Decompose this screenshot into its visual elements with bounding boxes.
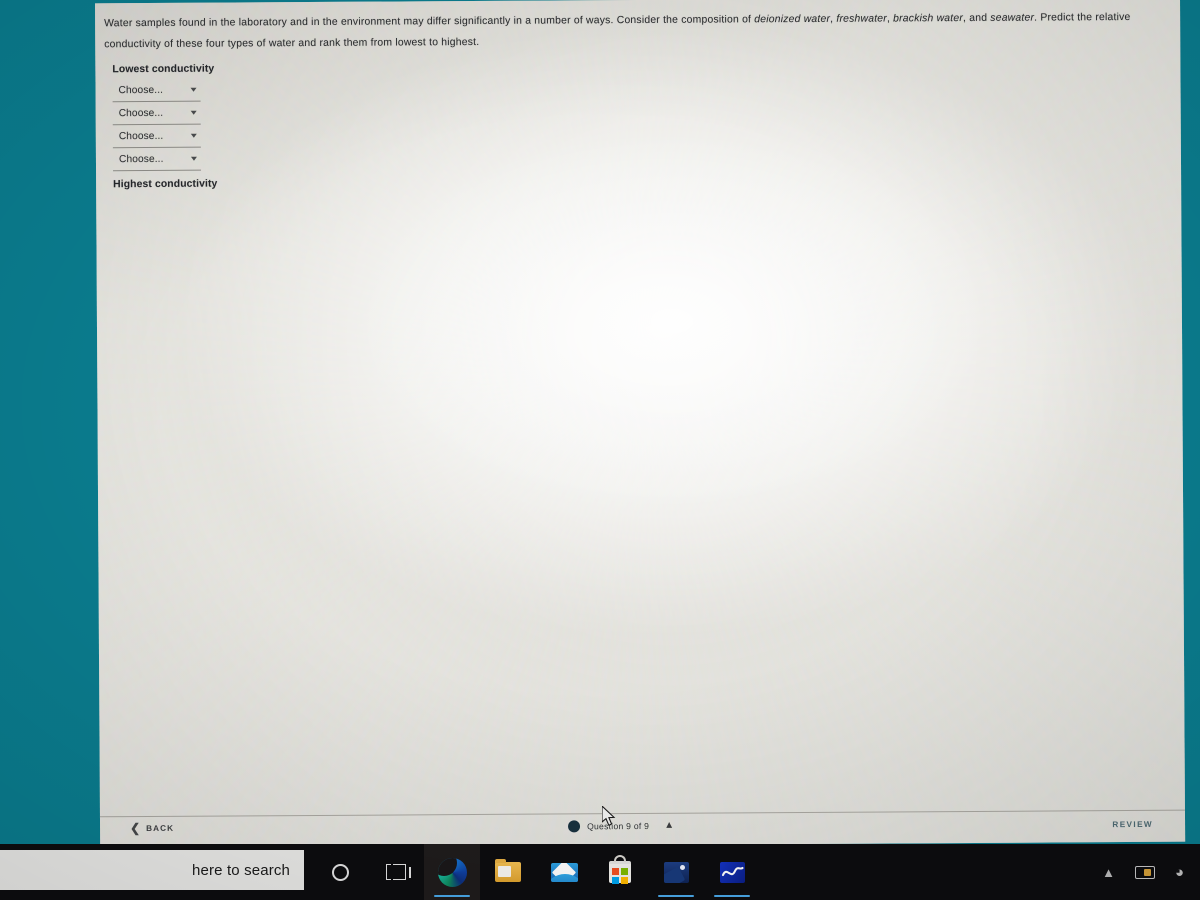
system-tray: ▲ ◕ [1102, 844, 1194, 900]
photos-mountain-icon [663, 861, 689, 883]
back-button-label: BACK [146, 823, 175, 833]
filled-circle-icon [568, 820, 581, 833]
term-brackish-water: brackish water [893, 13, 964, 25]
ranking-dropdown-4-value: Choose... [118, 153, 164, 165]
term-seawater: seawater [990, 12, 1035, 24]
ranking-dropdown-2-value: Choose... [118, 107, 164, 119]
folder-icon [495, 859, 521, 882]
highest-conductivity-label: Highest conductivity [113, 178, 218, 191]
desktop: Water samples found in the laboratory an… [0, 0, 1200, 900]
quiz-bottom-bar: ❮ BACK Question 9 of 9 ▲ REVIEW [99, 809, 1186, 849]
chevron-up-icon[interactable]: ▲ [664, 820, 674, 831]
question-progress-label: Question 9 of 9 [587, 820, 650, 832]
active-app-underline [658, 894, 694, 897]
question-text-segment-1: Water samples found in the laboratory an… [104, 14, 755, 30]
back-button[interactable]: ❮ BACK [130, 821, 175, 836]
chevron-up-icon[interactable]: ▲ [1102, 866, 1115, 879]
search-placeholder-text: here to search [192, 861, 290, 879]
review-button[interactable]: REVIEW [1112, 820, 1153, 829]
quiz-page-surface: Water samples found in the laboratory an… [95, 0, 1186, 849]
store-bag-icon [609, 855, 631, 883]
active-app-underline [714, 894, 750, 897]
question-prompt: Water samples found in the laboratory an… [104, 7, 1168, 55]
blue-wave-icon [719, 861, 745, 883]
taskbar-item-photos[interactable] [648, 844, 704, 900]
ranking-dropdown-1[interactable]: Choose... [112, 78, 201, 103]
task-view-icon [386, 864, 411, 880]
ranking-dropdown-3[interactable]: Choose... [112, 124, 201, 149]
windows-taskbar: here to search ▲ ◕ [0, 844, 1200, 900]
caret-down-icon [190, 156, 197, 161]
term-deionized-water: deionized water [754, 13, 831, 26]
ranking-dropdown-3-value: Choose... [118, 130, 164, 142]
store-bag-handle-icon [614, 855, 626, 862]
envelope-icon [550, 862, 578, 882]
caret-down-icon [190, 110, 197, 115]
ranking-dropdown-stack: Choose... Choose... Choose... Choose... [112, 73, 1169, 172]
moon-icon [679, 864, 685, 870]
chevron-left-icon: ❮ [130, 821, 141, 836]
caret-down-icon [190, 133, 197, 138]
battery-icon[interactable] [1134, 865, 1155, 879]
taskbar-item-cortana[interactable] [312, 844, 368, 900]
taskbar-item-mail[interactable] [536, 844, 592, 900]
ranking-dropdown-4[interactable]: Choose... [112, 147, 202, 172]
taskbar-item-wave-app[interactable] [704, 844, 760, 900]
active-app-underline [434, 894, 470, 897]
taskbar-item-microsoft-store[interactable] [592, 844, 648, 900]
edge-icon [437, 857, 467, 887]
ranking-dropdown-1-value: Choose... [118, 84, 164, 96]
taskbar-search-box[interactable]: here to search [0, 850, 304, 890]
taskbar-item-task-view[interactable] [368, 844, 424, 900]
lowest-conductivity-label: Lowest conductivity [112, 63, 215, 76]
taskbar-item-microsoft-edge[interactable] [424, 844, 480, 900]
circle-outline-icon [331, 863, 349, 881]
taskbar-app-icons [312, 844, 760, 900]
quiz-content: Water samples found in the laboratory an… [95, 0, 1181, 190]
term-freshwater: freshwater [836, 13, 887, 25]
wifi-icon[interactable]: ◕ [1175, 865, 1184, 880]
ranking-dropdown-2[interactable]: Choose... [112, 101, 201, 126]
question-progress-indicator[interactable]: Question 9 of 9 ▲ [568, 820, 674, 833]
question-separator-3: , and [963, 12, 991, 25]
caret-down-icon [190, 87, 197, 92]
taskbar-item-file-explorer[interactable] [480, 844, 536, 900]
